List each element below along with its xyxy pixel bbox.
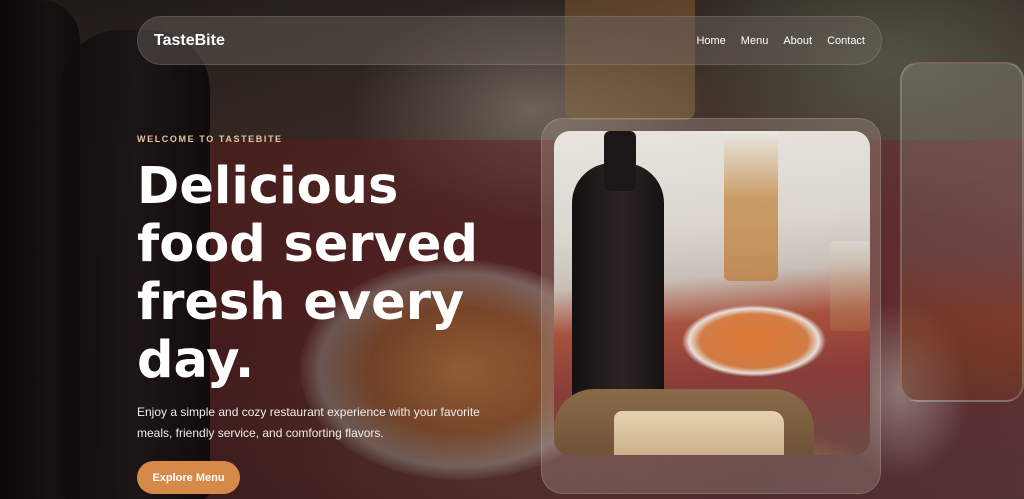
brand-logo[interactable]: TasteBite [154, 32, 225, 50]
hero-subtitle: Enjoy a simple and cozy restaurant exper… [137, 405, 480, 440]
card-bottle-neck [604, 131, 636, 191]
hero-headline: Delicious food served fresh every day. [137, 157, 478, 390]
card-bottle [572, 163, 664, 403]
nav-links: Home Menu About Contact [681, 35, 865, 47]
navbar: TasteBite Home Menu About Contact [137, 16, 882, 65]
hero-eyebrow: WELCOME TO TASTEBITE [137, 134, 283, 144]
explore-menu-button[interactable]: Explore Menu [137, 461, 240, 494]
hero-image-card [541, 118, 881, 494]
card-beer-glass [724, 131, 778, 281]
nav-link-menu[interactable]: Menu [741, 35, 769, 47]
card-bread [614, 411, 784, 455]
nav-link-about[interactable]: About [783, 35, 812, 47]
card-small-glass [830, 241, 870, 331]
nav-link-home[interactable]: Home [696, 35, 725, 47]
nav-link-contact[interactable]: Contact [827, 35, 865, 47]
hero-food-image [554, 131, 870, 455]
